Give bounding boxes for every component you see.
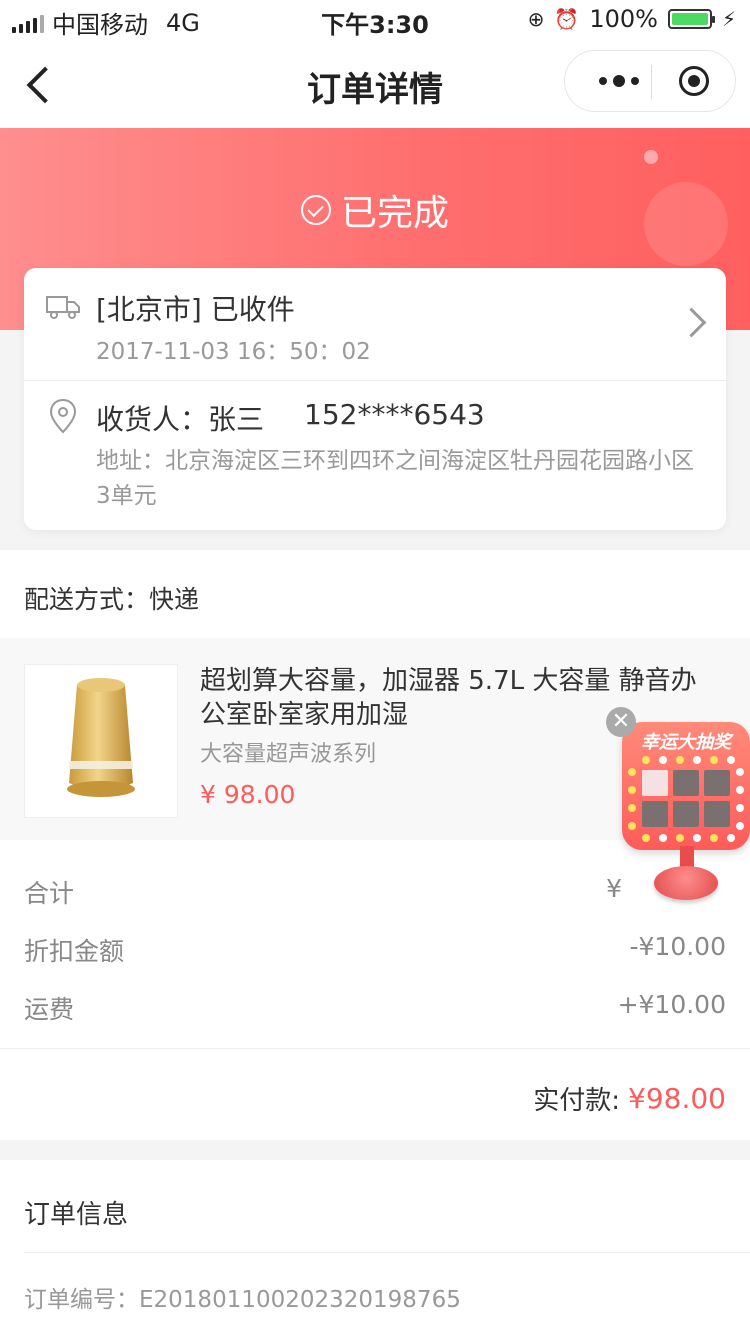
lottery-light bbox=[727, 834, 735, 842]
lottery-widget[interactable]: 幸运大抽奖 bbox=[622, 722, 750, 906]
logistics-status[interactable]: [北京市] 已收件 bbox=[96, 288, 295, 328]
order-info-section: 订单信息 订单编号：E20180110020232019876​5 bbox=[0, 1160, 750, 1334]
lottery-light bbox=[736, 804, 744, 812]
lottery-board[interactable]: 幸运大抽奖 bbox=[622, 722, 750, 850]
paid-amount-row: 实付款: ¥98.00 bbox=[533, 1080, 726, 1117]
lottery-light bbox=[628, 822, 636, 830]
capsule-divider bbox=[651, 65, 652, 99]
receiver-phone: 152****6543 bbox=[304, 398, 485, 431]
close-miniprogram-icon[interactable] bbox=[679, 66, 709, 96]
lottery-cell bbox=[673, 770, 699, 796]
lottery-light bbox=[642, 756, 650, 764]
close-icon[interactable]: ✕ bbox=[606, 707, 636, 737]
lottery-light bbox=[693, 834, 701, 842]
chevron-right-icon[interactable] bbox=[676, 307, 707, 338]
lottery-light bbox=[736, 786, 744, 794]
decor-dot bbox=[644, 150, 658, 164]
shipping-fee-row: 运费 +¥10.00 bbox=[24, 990, 726, 1030]
lottery-light bbox=[628, 804, 636, 812]
order-number: 订单编号：E20180110020232019876​5 bbox=[24, 1287, 461, 1313]
subtotal-label: 合计 bbox=[24, 879, 75, 908]
divider bbox=[24, 1252, 750, 1253]
lottery-cell bbox=[642, 770, 668, 796]
lottery-light bbox=[642, 834, 650, 842]
lottery-light bbox=[710, 756, 718, 764]
divider bbox=[0, 1048, 750, 1049]
lottery-light bbox=[676, 756, 684, 764]
product-spec: 大容量超声波系列 bbox=[200, 742, 377, 767]
check-circle-icon bbox=[300, 195, 331, 225]
order-status: 已完成 bbox=[0, 184, 750, 236]
shipping-fee-value: +¥10.00 bbox=[617, 990, 726, 1019]
lock-rotation-icon: ⊕ bbox=[527, 7, 545, 31]
miniprogram-capsule bbox=[564, 50, 736, 112]
lottery-light bbox=[659, 756, 667, 764]
subtotal-row: 合计 ¥ bbox=[24, 874, 726, 914]
lottery-light bbox=[736, 768, 744, 776]
lottery-light bbox=[727, 756, 735, 764]
lottery-cell bbox=[704, 770, 730, 796]
shipping-fee-label: 运费 bbox=[24, 995, 75, 1024]
subtotal-value: ¥ bbox=[606, 874, 622, 903]
location-pin-icon bbox=[49, 398, 77, 434]
lottery-stand bbox=[680, 846, 694, 868]
receiver-info: 收货人：张三 152****6543 bbox=[96, 398, 485, 438]
lottery-base bbox=[654, 866, 718, 900]
humidifier-image bbox=[67, 678, 135, 797]
alarm-icon: ⏰ bbox=[554, 7, 580, 31]
lottery-light bbox=[710, 834, 718, 842]
lottery-light bbox=[659, 834, 667, 842]
lottery-cell bbox=[673, 801, 699, 827]
discount-value: -¥10.00 bbox=[629, 932, 727, 961]
lottery-title: 幸运大抽奖 bbox=[641, 732, 731, 753]
order-status-text: 已完成 bbox=[340, 193, 449, 234]
discount-label: 折扣金额 bbox=[24, 937, 125, 966]
lottery-light bbox=[736, 822, 744, 830]
product-price: ¥ 98.00 bbox=[200, 780, 296, 809]
lottery-cell bbox=[704, 801, 730, 827]
paid-value: ¥98.00 bbox=[628, 1082, 726, 1115]
lottery-light bbox=[628, 786, 636, 794]
receiver-address: 地址：北京海淀区三环到四环之间海淀区牡丹园花园路小区3单元 bbox=[96, 448, 694, 509]
divider bbox=[24, 380, 726, 381]
discount-row: 折扣金额 -¥10.00 bbox=[24, 932, 726, 972]
product-image bbox=[24, 664, 178, 818]
battery-percent: 100% bbox=[589, 5, 658, 33]
delivery-card: [北京市] 已收件 2017-11-03 16：50：02 收货人：张三 152… bbox=[24, 268, 726, 530]
nav-bar: 订单详情 bbox=[0, 40, 750, 128]
status-bar: 中国移动 4G 下午3:30 ⊕ ⏰ 100% ⚡ bbox=[0, 0, 750, 40]
charging-icon: ⚡ bbox=[721, 7, 736, 31]
battery-icon bbox=[667, 9, 715, 29]
lottery-light bbox=[693, 756, 701, 764]
receiver-name: 收货人：张三 bbox=[96, 403, 265, 436]
paid-label: 实付款: bbox=[533, 1086, 621, 1116]
truck-icon bbox=[46, 296, 80, 319]
lottery-light bbox=[676, 834, 684, 842]
shipping-method-row: 配送方式：快递 bbox=[0, 550, 750, 638]
lottery-cell bbox=[642, 801, 668, 827]
lottery-light bbox=[628, 768, 636, 776]
more-icon[interactable] bbox=[589, 69, 649, 93]
shipping-method: 配送方式：快递 bbox=[24, 585, 200, 614]
order-info-title: 订单信息 bbox=[24, 1200, 129, 1230]
logistics-time: 2017-11-03 16：50：02 bbox=[96, 339, 371, 365]
lottery-grid bbox=[642, 770, 730, 830]
